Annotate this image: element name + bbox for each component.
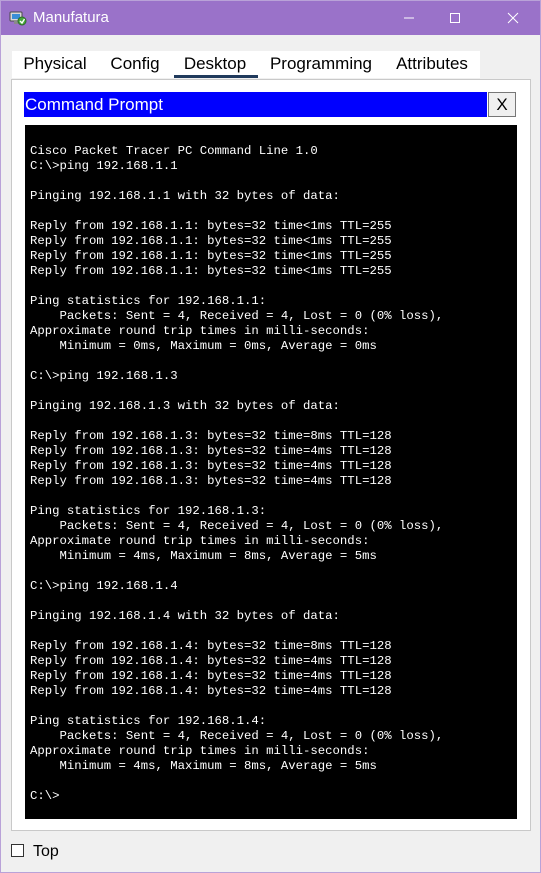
terminal-line: C:\>ping 192.168.1.3 — [30, 369, 178, 383]
terminal-line: Minimum = 4ms, Maximum = 8ms, Average = … — [30, 549, 377, 563]
terminal-line: Reply from 192.168.1.4: bytes=32 time=4m… — [30, 684, 392, 698]
app-window: Manufatura Physical Config Desktop Progr… — [0, 0, 541, 873]
terminal-line: C:\>ping 192.168.1.1 — [30, 159, 178, 173]
terminal-line: Packets: Sent = 4, Received = 4, Lost = … — [30, 729, 444, 743]
terminal-line: Reply from 192.168.1.3: bytes=32 time=4m… — [30, 474, 392, 488]
terminal-line: Reply from 192.168.1.3: bytes=32 time=8m… — [30, 429, 392, 443]
tab-physical[interactable]: Physical — [12, 51, 98, 78]
terminal-line: Packets: Sent = 4, Received = 4, Lost = … — [30, 309, 444, 323]
close-window-button[interactable] — [490, 1, 536, 35]
terminal-line: Packets: Sent = 4, Received = 4, Lost = … — [30, 519, 444, 533]
terminal-line: Pinging 192.168.1.1 with 32 bytes of dat… — [30, 189, 340, 203]
top-checkbox[interactable] — [11, 844, 24, 857]
command-prompt-close-button[interactable]: X — [488, 92, 516, 117]
command-prompt-header: Command Prompt — [24, 92, 487, 117]
title-bar[interactable]: Manufatura — [1, 1, 540, 35]
command-prompt-title: Command Prompt — [25, 95, 163, 114]
terminal-line: Ping statistics for 192.168.1.4: — [30, 714, 267, 728]
terminal-line: Reply from 192.168.1.4: bytes=32 time=8m… — [30, 639, 392, 653]
active-tab-indicator — [174, 75, 258, 78]
window-title: Manufatura — [33, 9, 109, 26]
terminal-line: Ping statistics for 192.168.1.3: — [30, 504, 267, 518]
terminal-line: Approximate round trip times in milli-se… — [30, 534, 370, 548]
terminal-line: Reply from 192.168.1.1: bytes=32 time<1m… — [30, 264, 392, 278]
tab-desktop[interactable]: Desktop — [172, 51, 258, 78]
tab-config[interactable]: Config — [98, 51, 172, 78]
terminal-line: C:\> — [30, 789, 60, 803]
terminal-line: Approximate round trip times in milli-se… — [30, 324, 370, 338]
tab-programming[interactable]: Programming — [258, 51, 384, 78]
tab-attributes[interactable]: Attributes — [384, 51, 480, 78]
terminal-line: Reply from 192.168.1.1: bytes=32 time<1m… — [30, 219, 392, 233]
maximize-button[interactable] — [432, 1, 478, 35]
terminal-line: Reply from 192.168.1.3: bytes=32 time=4m… — [30, 444, 392, 458]
close-icon — [507, 12, 519, 24]
packet-tracer-pc-icon — [9, 9, 27, 27]
tab-bar: Physical Config Desktop Programming Attr… — [12, 51, 480, 78]
terminal-line: Cisco Packet Tracer PC Command Line 1.0 — [30, 144, 318, 158]
minimize-button[interactable] — [386, 1, 432, 35]
terminal-line: Minimum = 0ms, Maximum = 0ms, Average = … — [30, 339, 377, 353]
terminal-line: Pinging 192.168.1.4 with 32 bytes of dat… — [30, 609, 340, 623]
terminal-line: Ping statistics for 192.168.1.1: — [30, 294, 267, 308]
terminal-line: Reply from 192.168.1.1: bytes=32 time<1m… — [30, 249, 392, 263]
terminal-output[interactable]: Cisco Packet Tracer PC Command Line 1.0 C… — [25, 125, 517, 819]
terminal-line: C:\>ping 192.168.1.4 — [30, 579, 178, 593]
maximize-icon — [449, 12, 461, 24]
terminal-line: Reply from 192.168.1.4: bytes=32 time=4m… — [30, 669, 392, 683]
minimize-icon — [403, 12, 415, 24]
terminal-line: Pinging 192.168.1.3 with 32 bytes of dat… — [30, 399, 340, 413]
terminal-line: Reply from 192.168.1.3: bytes=32 time=4m… — [30, 459, 392, 473]
top-checkbox-label: Top — [33, 843, 59, 860]
terminal-line: Approximate round trip times in milli-se… — [30, 744, 370, 758]
terminal-line: Reply from 192.168.1.1: bytes=32 time<1m… — [30, 234, 392, 248]
terminal-line: Minimum = 4ms, Maximum = 8ms, Average = … — [30, 759, 377, 773]
terminal-text: Cisco Packet Tracer PC Command Line 1.0 C… — [30, 144, 443, 804]
terminal-line: Reply from 192.168.1.4: bytes=32 time=4m… — [30, 654, 392, 668]
